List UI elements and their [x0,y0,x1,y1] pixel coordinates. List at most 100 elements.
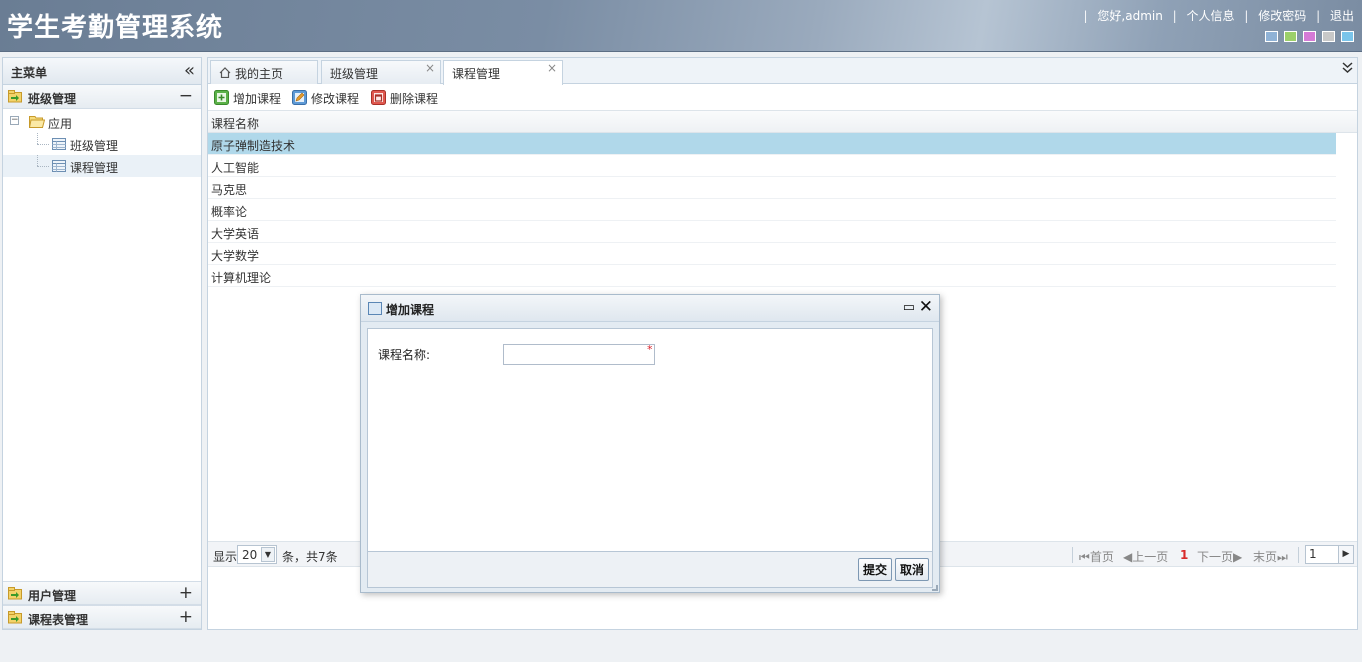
folder-arrow-icon [8,90,22,103]
next-page-icon: ▶ [1233,550,1243,564]
collapse-sidebar-icon[interactable]: « [184,60,195,81]
tab-close-icon[interactable]: × [425,61,435,75]
prev-page-icon: ◀ [1123,550,1133,564]
theme-swatch-gray[interactable] [1322,31,1335,42]
delete-course-button[interactable]: 删除课程 [371,89,443,107]
panel-label: 课程表管理 [28,613,89,627]
home-icon [219,67,231,78]
table-icon [52,138,66,150]
theme-swatch-blue[interactable] [1265,31,1278,42]
pager-show-label: 显示 [213,550,238,564]
add-icon [214,90,229,105]
table-row[interactable]: 计算机理论 [208,265,1336,287]
course-grid: 课程名称 原子弹制造技术 人工智能 马克思 概率论 大学英语 大学数学 计算机理… [208,111,1357,287]
theme-switcher [1265,31,1354,42]
table-row[interactable]: 马克思 [208,177,1336,199]
go-page-button[interactable]: ▶ [1338,545,1354,564]
theme-swatch-cyan[interactable] [1341,31,1354,42]
tree-item-label: 班级管理 [70,139,119,153]
panel-schedule-management[interactable]: 课程表管理 + [3,605,201,629]
column-header-course-name[interactable]: 课程名称 [211,115,259,132]
course-name-label: 课程名称: [378,348,431,362]
separator: | [1083,9,1088,23]
panel-collapse-icon[interactable]: − [179,86,193,106]
page-size-select[interactable]: 20 ▼ [237,545,277,564]
add-course-dialog: 增加课程 ▭ ✕ 课程名称: * 提交 取消 [360,294,940,593]
tab-dropdown-icon[interactable] [1342,62,1353,78]
panel-class-management[interactable]: 班级管理 − [3,85,201,109]
toolbar: 增加课程 修改课程 删除课程 [208,84,1357,111]
last-page-button[interactable]: 末页⏭ [1253,548,1288,565]
course-name-input[interactable] [503,344,655,365]
tree-node-app[interactable]: − 应用 [3,111,201,133]
panel-expand-icon[interactable]: + [179,583,193,603]
table-row[interactable]: 概率论 [208,199,1336,221]
cancel-button[interactable]: 取消 [895,558,930,581]
maximize-icon[interactable]: ▭ [903,300,915,315]
chevron-down-icon[interactable]: ▼ [261,547,275,562]
separator: | [1244,9,1249,23]
dialog-footer: 提交 取消 [367,552,933,588]
dialog-title: 增加课程 [386,303,435,317]
app-header: 学生考勤管理系统 | 您好,admin | 个人信息 | 修改密码 | 退出 [0,0,1362,52]
folder-arrow-icon [8,587,22,600]
prev-page-button[interactable]: ◀上一页 [1123,548,1168,565]
current-page: 1 [1180,548,1189,562]
panel-expand-icon[interactable]: + [179,607,193,627]
tree-item-label: 课程管理 [70,161,119,175]
button-label: 修改课程 [311,92,360,106]
sidebar-bottom-panels: 用户管理 + 课程表管理 + [3,581,201,629]
add-course-button[interactable]: 增加课程 [214,89,286,107]
logout-link[interactable]: 退出 [1330,9,1354,23]
edit-course-button[interactable]: 修改课程 [292,89,364,107]
next-page-button[interactable]: 下一页▶ [1197,548,1242,565]
tab-label: 班级管理 [330,67,379,81]
theme-swatch-pink[interactable] [1303,31,1316,42]
table-row[interactable]: 大学数学 [208,243,1336,265]
tree-item-course-management[interactable]: 课程管理 [3,155,201,177]
sidebar: 主菜单 « 班级管理 − − 应用 班级管理 课程管理 用户管理 + 课程表管理… [2,57,202,630]
required-mark: * [647,343,653,356]
top-links: | 您好,admin | 个人信息 | 修改密码 | 退出 [1078,7,1354,24]
cell-course-name: 大学数学 [211,249,260,263]
profile-link[interactable]: 个人信息 [1187,9,1235,23]
close-icon[interactable]: ✕ [919,297,933,317]
app-title: 学生考勤管理系统 [7,13,224,43]
tab-home[interactable]: 我的主页 [210,60,318,84]
tab-label: 课程管理 [452,67,501,81]
tab-close-icon[interactable]: × [547,61,557,75]
table-row[interactable]: 原子弹制造技术 [208,133,1336,155]
submit-button[interactable]: 提交 [858,558,893,581]
delete-icon [371,90,386,105]
divider [1072,547,1073,563]
theme-swatch-green[interactable] [1284,31,1297,42]
change-password-link[interactable]: 修改密码 [1258,9,1306,23]
cell-course-name: 人工智能 [211,161,260,175]
sidebar-title: 主菜单 [11,66,48,80]
tree-expander-icon[interactable]: − [10,116,19,125]
separator: | [1172,9,1177,23]
first-page-button[interactable]: ⏮首页 [1079,548,1114,565]
table-icon [52,160,66,172]
tree-item-class-management[interactable]: 班级管理 [3,133,201,155]
table-row[interactable]: 大学英语 [208,221,1336,243]
divider [1298,547,1299,563]
resize-handle[interactable] [932,585,938,591]
tab-course-management[interactable]: 课程管理 × [443,60,563,85]
table-row[interactable]: 人工智能 [208,155,1336,177]
button-label: 增加课程 [233,92,282,106]
button-label: 删除课程 [390,92,439,106]
tab-class-management[interactable]: 班级管理 × [321,60,441,84]
panel-user-management[interactable]: 用户管理 + [3,581,201,605]
panel-label: 用户管理 [28,589,77,603]
window-icon [368,302,382,315]
cell-course-name: 概率论 [211,205,248,219]
greeting: 您好,admin [1097,9,1163,23]
cell-course-name: 计算机理论 [211,271,272,285]
sidebar-header: 主菜单 « [3,58,201,85]
dialog-titlebar[interactable]: 增加课程 ▭ ✕ [361,295,939,322]
tree-node-label: 应用 [48,117,73,131]
panel-label: 班级管理 [28,92,77,106]
page-number-input[interactable]: 1 [1305,545,1339,564]
menu-tree: − 应用 班级管理 课程管理 [3,109,201,579]
